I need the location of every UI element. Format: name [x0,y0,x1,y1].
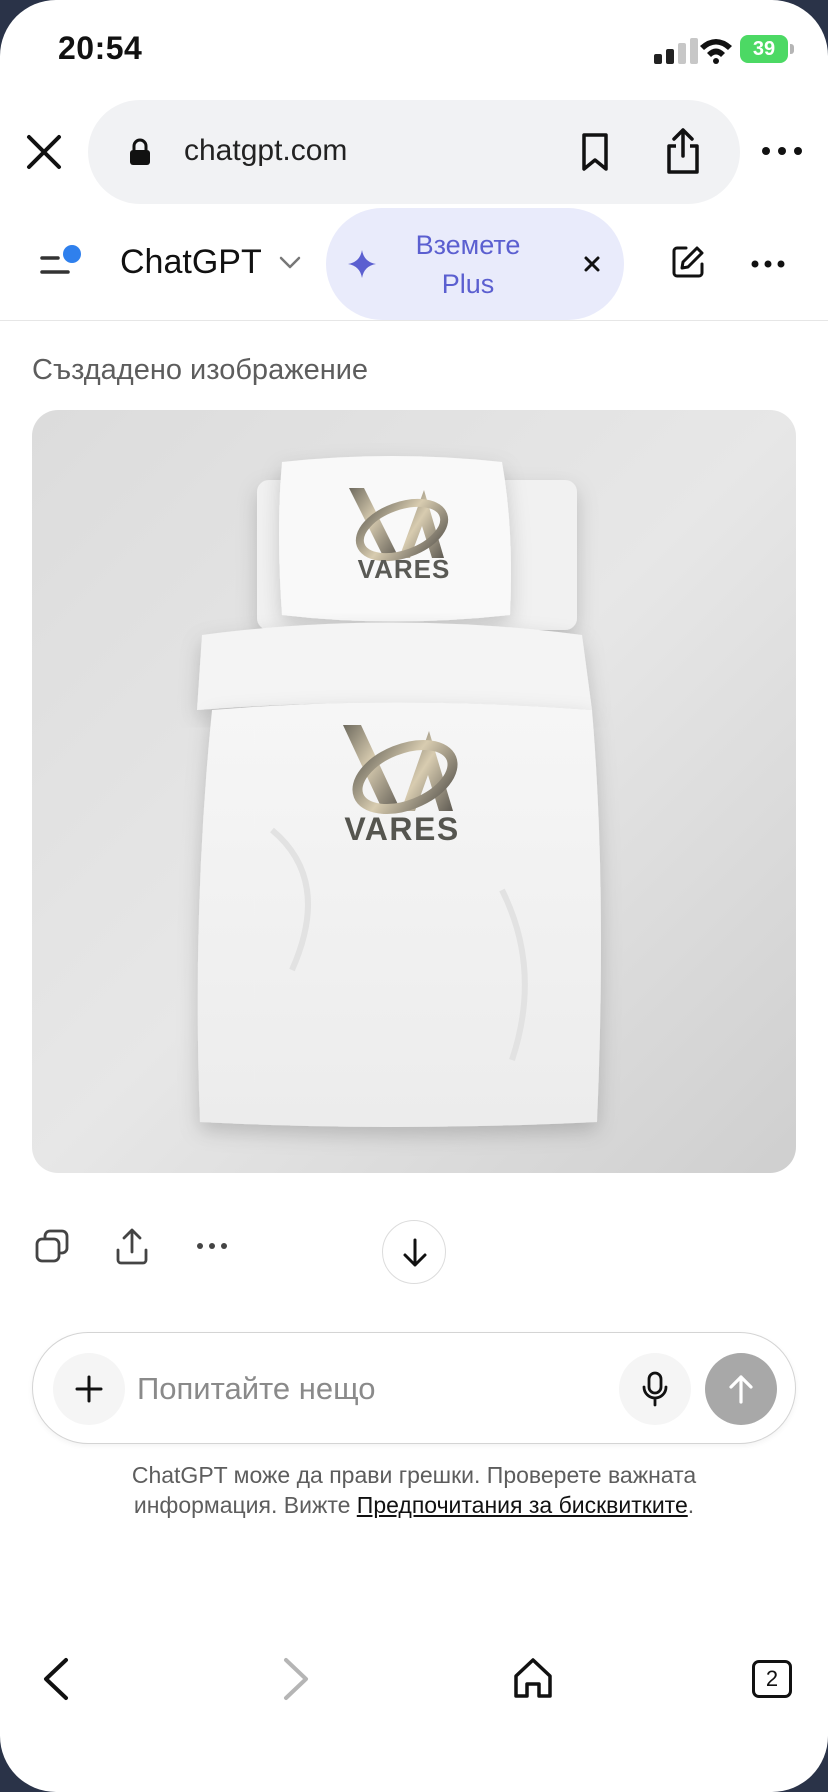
close-icon[interactable] [24,132,64,172]
arrow-down-icon [403,1238,427,1267]
back-icon[interactable] [40,1656,72,1702]
phone-screen: 20:54 39 chatgpt.com ChatGPT Вземете Plu… [0,0,828,1792]
arrow-up-icon [729,1375,753,1404]
chevron-down-icon[interactable] [278,254,302,270]
tabs-button[interactable]: 2 [752,1660,792,1698]
duvet-logo-text: VARES [344,811,459,847]
add-attachment-button[interactable] [53,1353,125,1425]
bookmark-icon[interactable] [580,132,610,172]
voice-input-button[interactable] [619,1353,691,1425]
url-text: chatgpt.com [184,134,348,167]
status-time: 20:54 [58,30,143,66]
sparkle-icon [348,250,376,278]
scroll-to-bottom-button[interactable] [382,1220,446,1284]
more-options-icon[interactable] [760,136,804,166]
microphone-icon [642,1371,668,1407]
cookie-preferences-link[interactable]: Предпочитания за бисквитките [357,1492,688,1518]
get-plus-label: Вземете Plus [396,226,540,304]
disclaimer-suffix: . [687,1492,695,1518]
more-actions-icon[interactable] [196,1240,228,1252]
send-button[interactable] [705,1353,777,1425]
model-selector[interactable]: ChatGPT [120,243,262,282]
plus-icon [75,1375,103,1403]
get-plus-line1: Вземете [415,230,521,260]
share-icon[interactable] [114,1226,150,1266]
forward-icon[interactable] [280,1656,312,1702]
pillow-logo-text: VARES [358,554,451,584]
battery-level: 39 [740,35,788,63]
wifi-icon [700,39,732,64]
new-chat-icon[interactable] [670,244,706,280]
composer [32,1332,796,1444]
sidebar-toggle-icon[interactable] [40,244,84,280]
generated-image[interactable]: VARES VARES [32,410,796,1173]
get-plus-line2: Plus [441,269,495,299]
dismiss-plus-icon[interactable] [582,254,602,274]
share-icon[interactable] [664,126,702,176]
address-bar[interactable]: chatgpt.com [88,100,740,204]
prompt-input[interactable] [137,1367,637,1411]
battery-indicator: 39 [740,35,794,63]
more-options-icon[interactable] [750,258,786,270]
get-plus-button[interactable]: Вземете Plus [326,208,624,320]
generated-image-label: Създадено изображение [32,354,369,386]
battery-tip [790,44,794,54]
home-icon[interactable] [512,1656,554,1700]
copy-icon[interactable] [34,1228,70,1264]
header-divider [0,320,828,321]
cellular-signal-icon [654,38,698,64]
disclaimer: ChatGPT може да прави грешки. Проверете … [60,1460,768,1520]
lock-icon [130,138,150,165]
